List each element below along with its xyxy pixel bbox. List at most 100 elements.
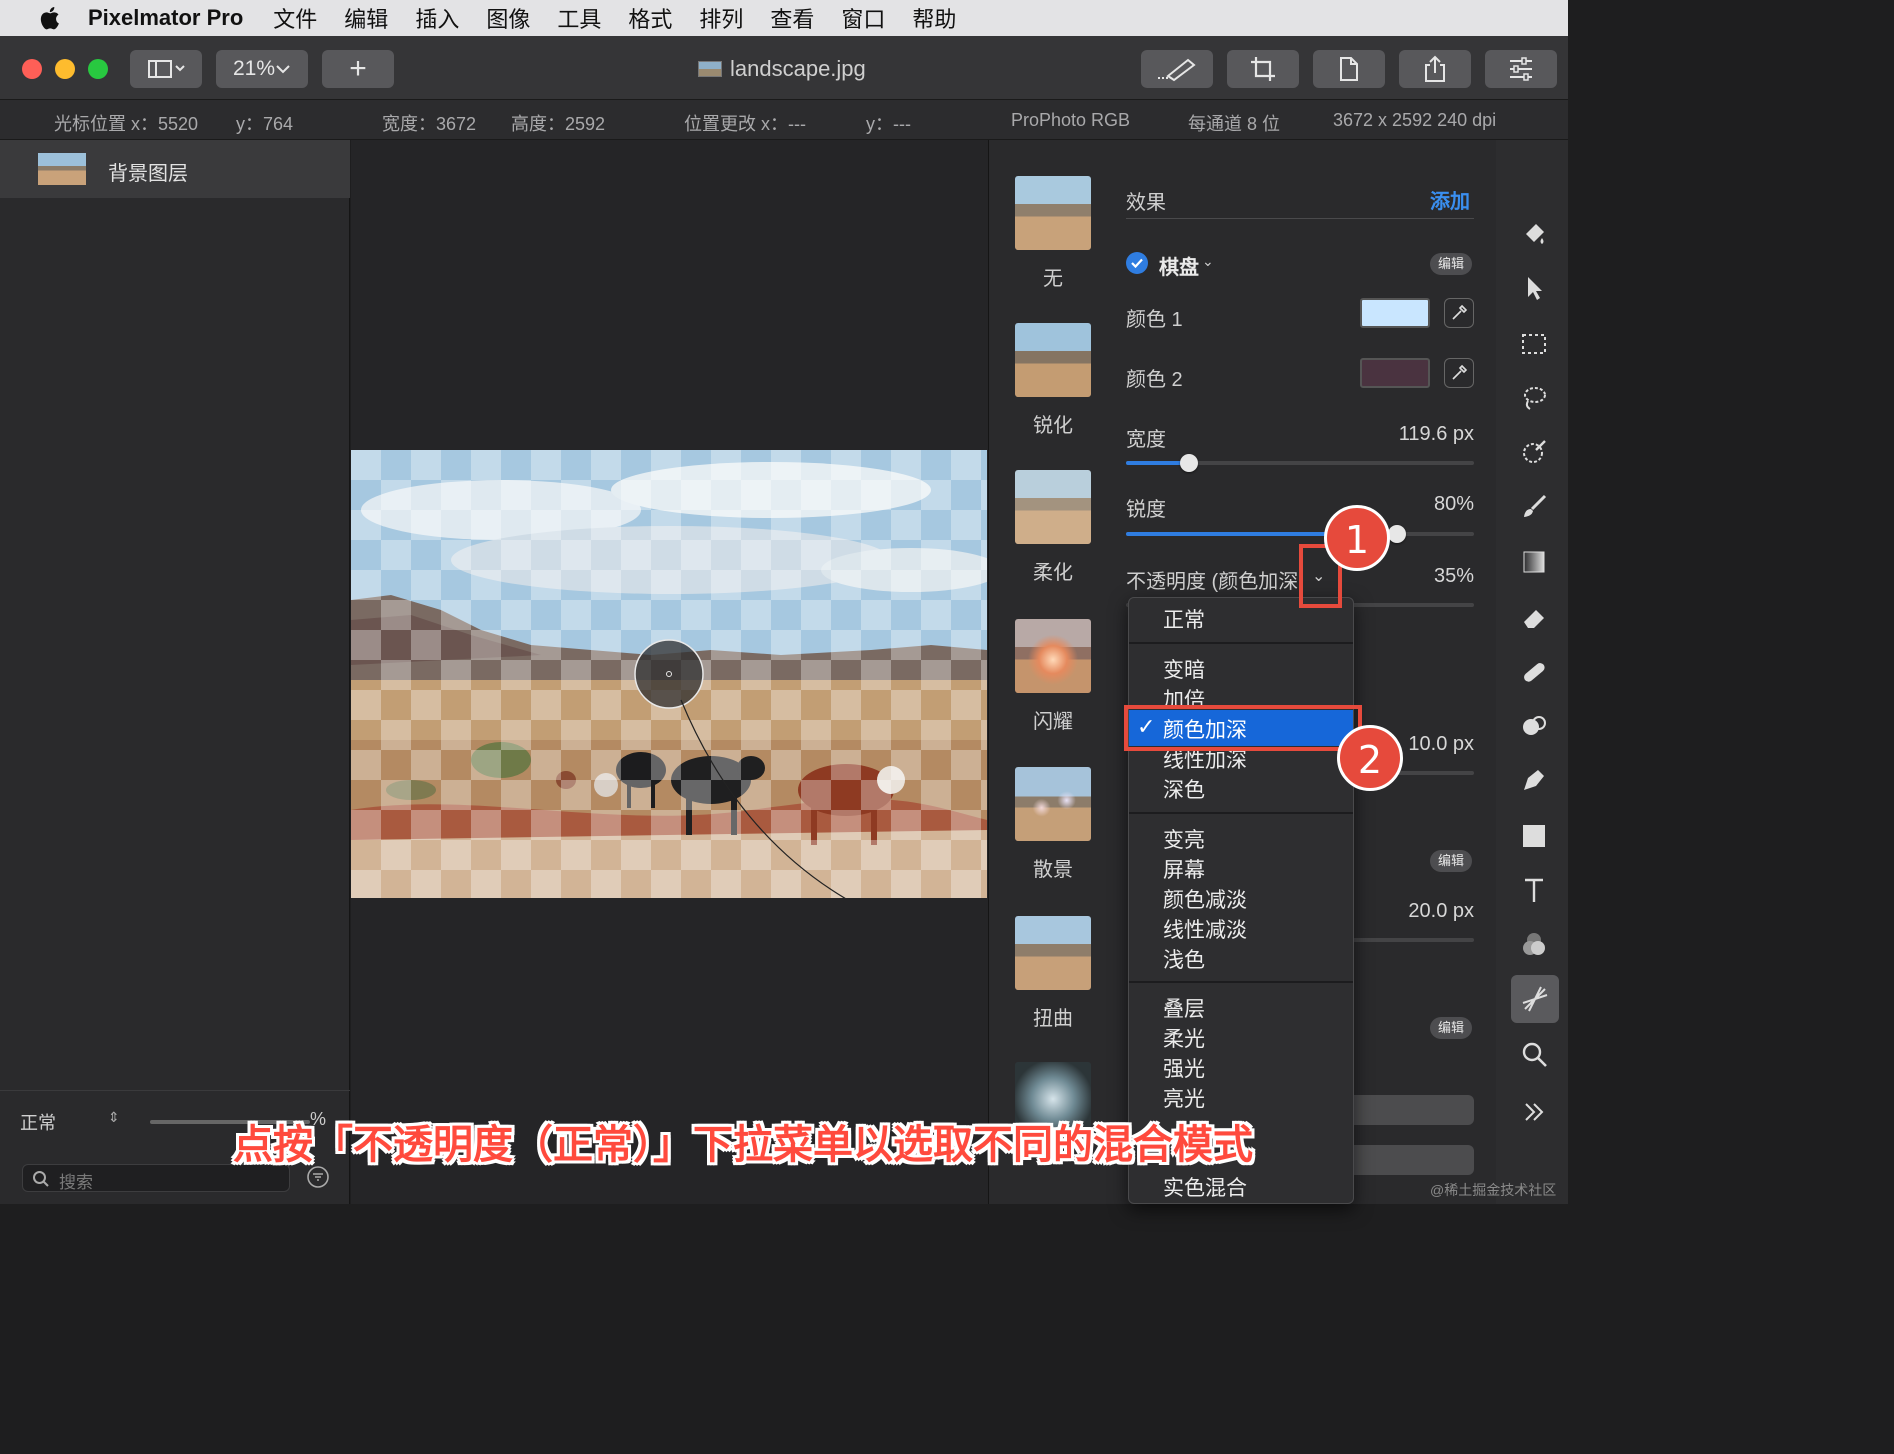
gradient-icon[interactable] bbox=[1520, 548, 1548, 576]
menu-help[interactable]: 帮助 bbox=[912, 2, 956, 34]
eyedropper-icon bbox=[1452, 364, 1468, 380]
info-bar: 光标位置 x：5520 y：764 宽度：3672 高度：2592 位置更改 x… bbox=[0, 100, 1568, 140]
color2-label: 颜色 2 bbox=[1126, 369, 1183, 391]
paint-bucket-icon[interactable] bbox=[1520, 220, 1548, 248]
effect-label: 扭曲 bbox=[1033, 1008, 1073, 1030]
menu-view[interactable]: 查看 bbox=[770, 2, 814, 34]
bandage-repair-icon[interactable] bbox=[1520, 658, 1548, 686]
shape-rectangle-icon[interactable] bbox=[1520, 822, 1548, 850]
effects-tool-button-active[interactable] bbox=[1511, 975, 1559, 1023]
menu-separator bbox=[1129, 642, 1353, 644]
share-button[interactable] bbox=[1399, 50, 1471, 88]
effect-thumb-distort[interactable]: 扭曲 bbox=[1015, 916, 1091, 1031]
menu-file[interactable]: 文件 bbox=[273, 2, 317, 34]
format-button[interactable] bbox=[1313, 50, 1385, 88]
landscape-photo[interactable] bbox=[351, 450, 987, 898]
color2-swatch[interactable] bbox=[1360, 358, 1430, 388]
add-button[interactable]: + bbox=[322, 50, 394, 88]
menu-arrange[interactable]: 排列 bbox=[699, 2, 743, 34]
blend-option-vivid-light[interactable]: 亮光 bbox=[1163, 1083, 1205, 1113]
color2-eyedropper-button[interactable] bbox=[1444, 358, 1474, 388]
style-tool-button[interactable] bbox=[1141, 50, 1213, 88]
blend-option-darker-color[interactable]: 深色 bbox=[1163, 774, 1205, 804]
canvas-area[interactable] bbox=[351, 140, 988, 1204]
layer-blend-mode-select[interactable]: 正常 bbox=[20, 1109, 56, 1135]
paint-brush-icon[interactable] bbox=[1520, 493, 1548, 521]
menu-separator bbox=[1129, 812, 1353, 814]
edit-effect-button-2[interactable]: 编辑 bbox=[1430, 850, 1473, 872]
blend-option-normal[interactable]: 正常 bbox=[1163, 604, 1205, 634]
menu-format[interactable]: 格式 bbox=[628, 2, 672, 34]
edit-effect-button-3[interactable]: 编辑 bbox=[1430, 1017, 1473, 1039]
zoom-magnifier-icon[interactable] bbox=[1520, 1040, 1548, 1068]
width-value: 119.6 px bbox=[1398, 423, 1474, 445]
menu-image[interactable]: 图像 bbox=[486, 2, 530, 34]
document-icon bbox=[1340, 57, 1358, 81]
hidden-slider-track-2[interactable] bbox=[1348, 938, 1474, 942]
effect-thumbnail bbox=[1015, 619, 1091, 693]
hidden-control-bar-1[interactable] bbox=[1348, 1095, 1474, 1125]
color1-swatch[interactable] bbox=[1360, 298, 1430, 328]
checkmark-circle-icon[interactable] bbox=[1126, 252, 1148, 274]
blend-option-darken[interactable]: 变暗 bbox=[1163, 654, 1205, 684]
menu-tools[interactable]: 工具 bbox=[557, 2, 601, 34]
header-divider bbox=[1126, 218, 1474, 219]
edit-effect-button[interactable]: 编辑 bbox=[1430, 253, 1473, 275]
blend-option-overlay[interactable]: 叠层 bbox=[1163, 993, 1205, 1023]
eraser-icon[interactable] bbox=[1520, 604, 1548, 632]
effect-thumbnail bbox=[1015, 470, 1091, 544]
marquee-select-icon[interactable] bbox=[1520, 330, 1548, 358]
close-window-button[interactable] bbox=[22, 59, 42, 79]
zoom-level: 21% bbox=[232, 57, 276, 80]
effects-sparkle-icon bbox=[1522, 986, 1548, 1012]
adjustments-button[interactable] bbox=[1485, 50, 1557, 88]
effect-label: 闪耀 bbox=[1033, 711, 1073, 733]
effect-thumb-glow[interactable]: 闪耀 bbox=[1015, 619, 1091, 734]
blend-option-soft-light[interactable]: 柔光 bbox=[1163, 1023, 1205, 1053]
add-effect-button[interactable]: 添加 bbox=[1430, 185, 1470, 214]
clone-stamp-icon[interactable] bbox=[1520, 712, 1548, 740]
sharpness-slider-knob[interactable] bbox=[1388, 525, 1406, 543]
menu-window[interactable]: 窗口 bbox=[841, 2, 885, 34]
blend-option-hard-mix[interactable]: 实色混合 bbox=[1163, 1172, 1247, 1202]
effect-thumb-bokeh[interactable]: 散景 bbox=[1015, 767, 1091, 882]
apple-logo-icon[interactable] bbox=[34, 5, 64, 31]
blend-option-lighter-color[interactable]: 浅色 bbox=[1163, 944, 1205, 974]
move-y-readout: y：--- bbox=[866, 114, 911, 134]
menu-edit[interactable]: 编辑 bbox=[344, 2, 388, 34]
effect-thumb-sharpen[interactable]: 锐化 bbox=[1015, 323, 1091, 438]
blend-option-hard-light[interactable]: 强光 bbox=[1163, 1053, 1205, 1083]
color1-eyedropper-button[interactable] bbox=[1444, 298, 1474, 328]
color-adjust-icon[interactable] bbox=[1520, 930, 1548, 958]
arrow-cursor-icon[interactable] bbox=[1520, 274, 1548, 302]
width-slider-knob[interactable] bbox=[1180, 454, 1198, 472]
blend-option-lighten[interactable]: 变亮 bbox=[1163, 824, 1205, 854]
zoom-menu-button[interactable]: 21% bbox=[216, 50, 308, 88]
effect-thumb-soften[interactable]: 柔化 bbox=[1015, 470, 1091, 585]
menu-separator bbox=[1129, 981, 1353, 983]
minimize-window-button[interactable] bbox=[55, 59, 75, 79]
effect-name-menu[interactable]: 棋盘 bbox=[1159, 251, 1199, 280]
app-name-menu[interactable]: Pixelmator Pro bbox=[88, 5, 243, 31]
search-placeholder: 搜索 bbox=[59, 1173, 93, 1192]
sidebar-toggle-button[interactable] bbox=[130, 50, 202, 88]
lasso-icon[interactable] bbox=[1520, 384, 1548, 412]
hidden-param-value-2: 20.0 px bbox=[1408, 900, 1474, 922]
step-badge-2: 2 bbox=[1337, 725, 1403, 791]
pen-tool-icon[interactable] bbox=[1520, 766, 1548, 794]
blend-option-screen[interactable]: 屏幕 bbox=[1163, 854, 1205, 884]
menu-insert[interactable]: 插入 bbox=[415, 2, 459, 34]
bit-depth-readout: 每通道 8 位 bbox=[1188, 114, 1281, 134]
effect-thumbnail bbox=[1015, 767, 1091, 841]
magic-wand-select-icon[interactable] bbox=[1520, 438, 1548, 466]
color-profile-readout: ProPhoto RGB bbox=[1011, 110, 1131, 130]
zoom-window-button[interactable] bbox=[88, 59, 108, 79]
layer-row[interactable]: 背景图层 bbox=[0, 140, 350, 198]
type-text-icon[interactable] bbox=[1520, 876, 1548, 904]
blend-option-color-dodge[interactable]: 颜色减淡 bbox=[1163, 884, 1247, 914]
blend-option-linear-dodge[interactable]: 线性减淡 bbox=[1163, 914, 1247, 944]
crop-button[interactable] bbox=[1227, 50, 1299, 88]
double-chevron-right-icon[interactable] bbox=[1520, 1098, 1548, 1126]
hidden-control-bar-2[interactable] bbox=[1348, 1145, 1474, 1175]
effect-thumb-none[interactable]: 无 bbox=[1015, 176, 1091, 291]
